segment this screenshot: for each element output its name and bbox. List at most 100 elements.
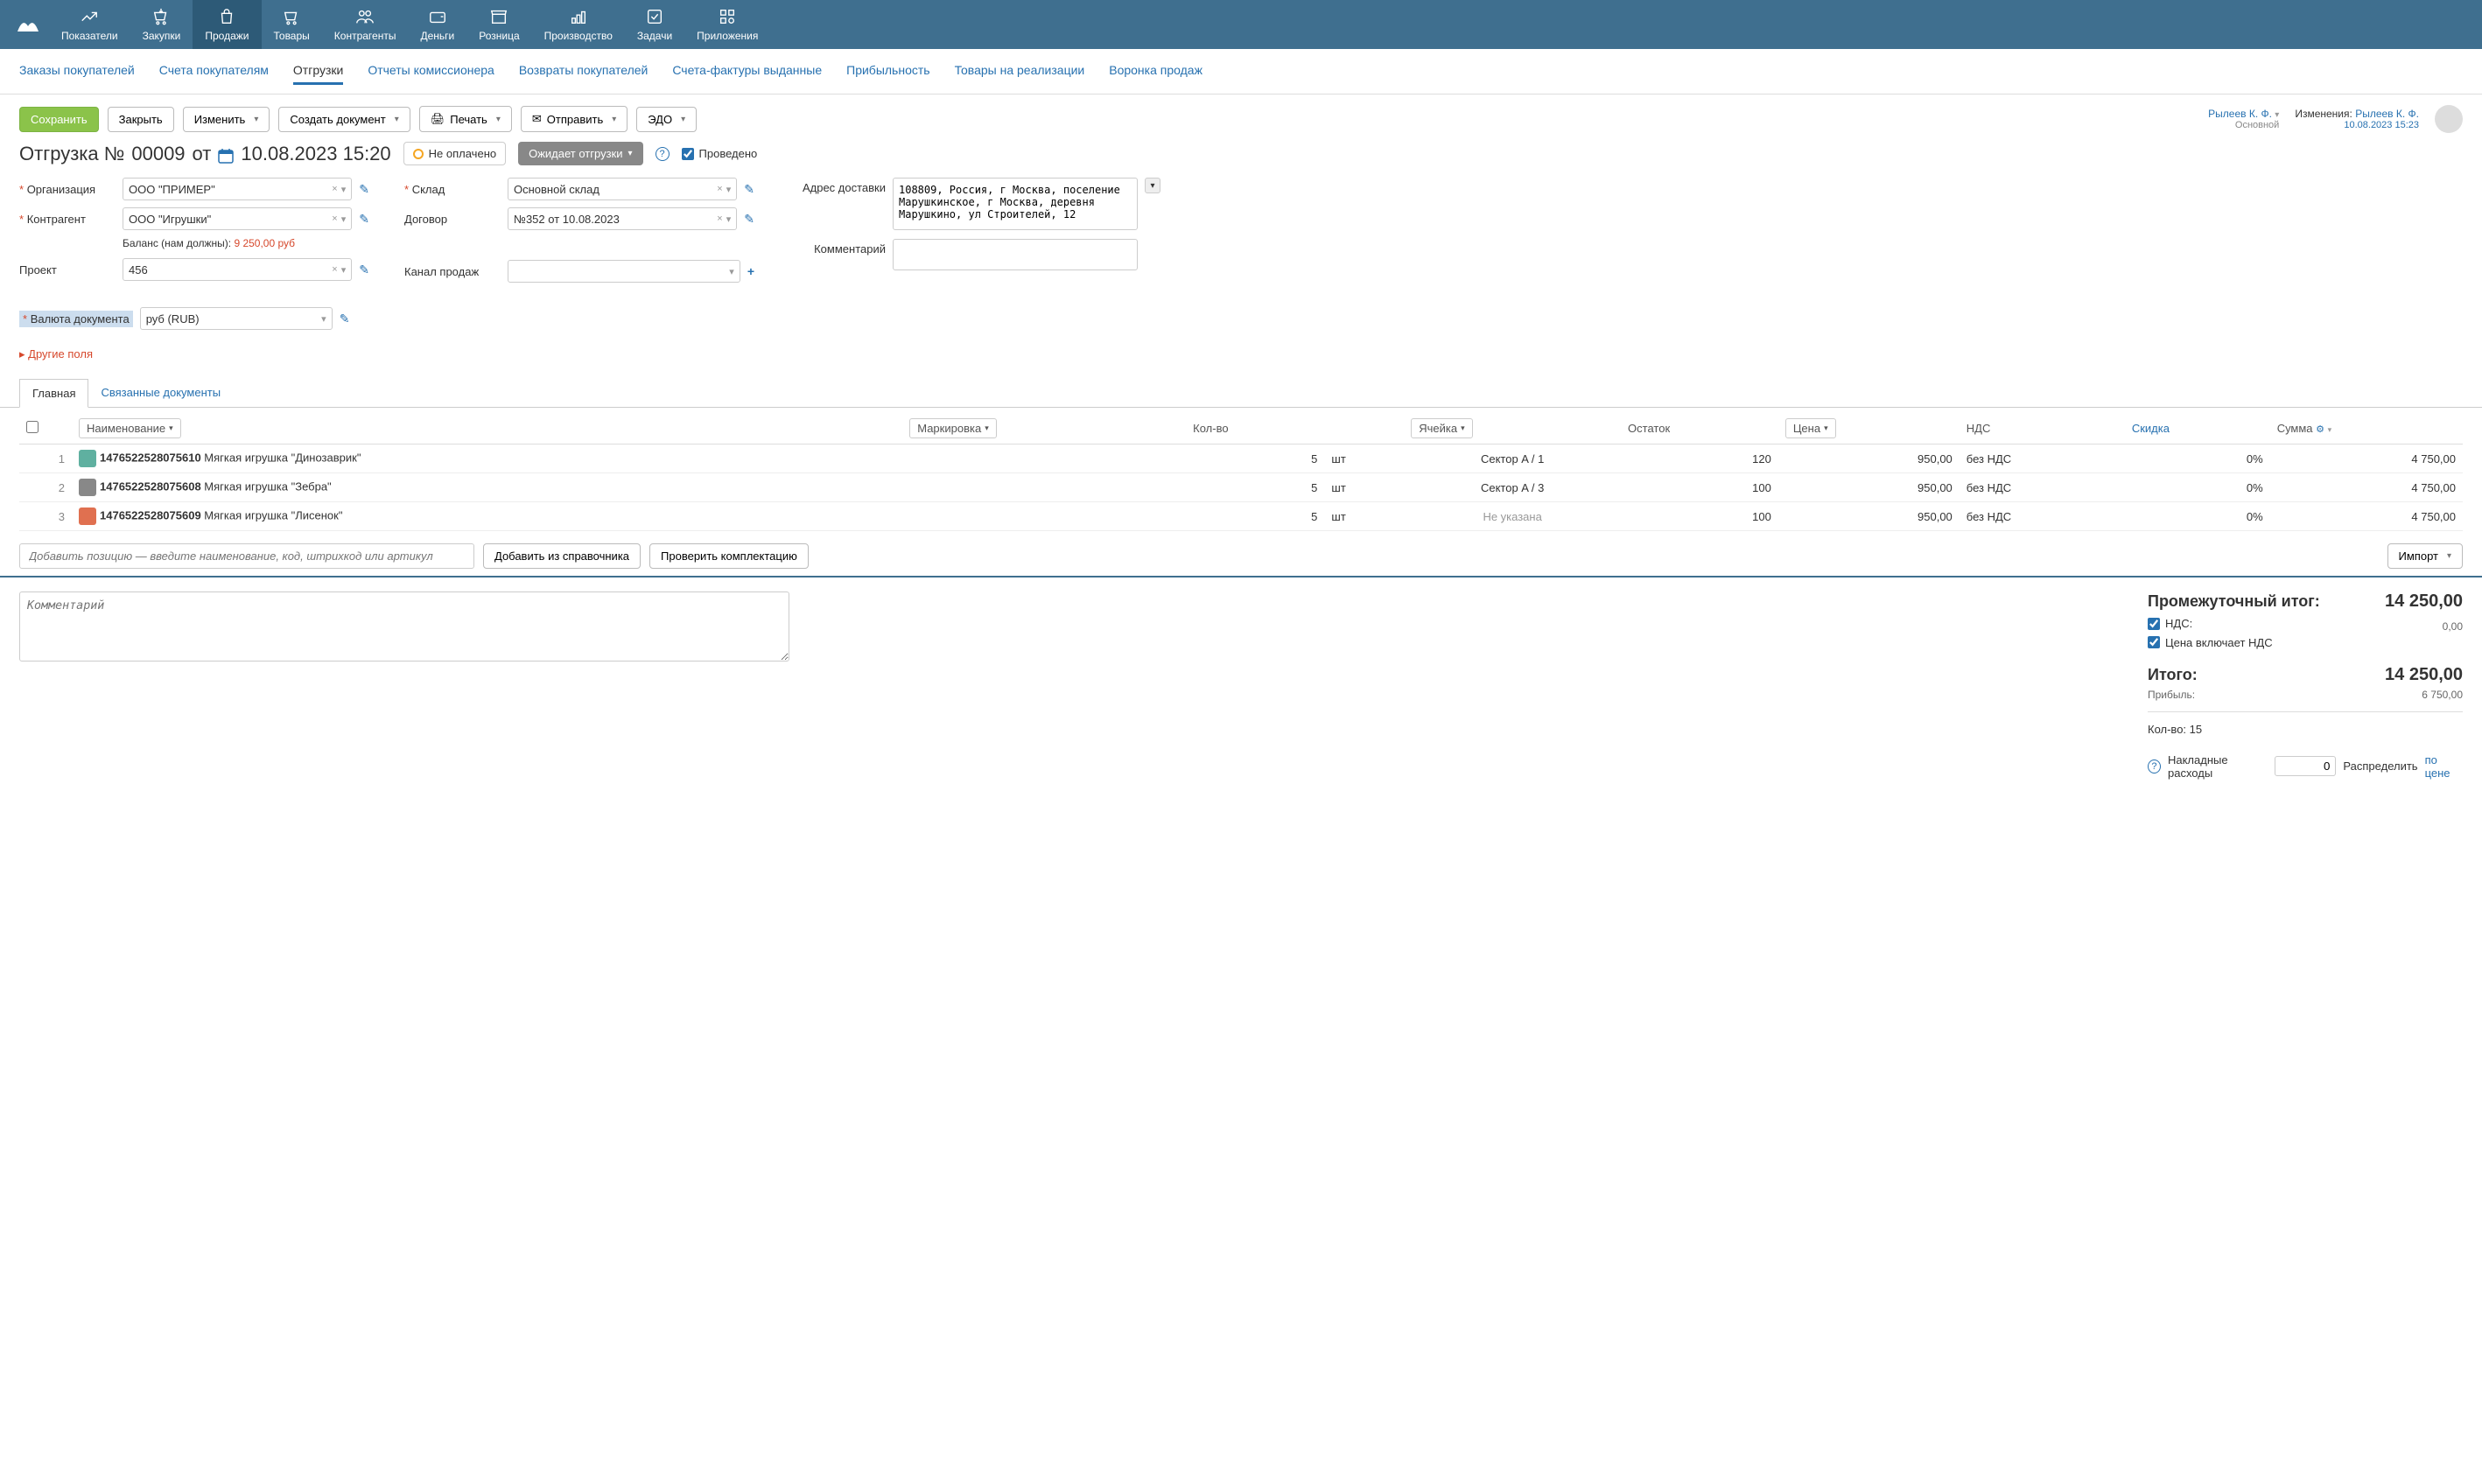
subtab-2[interactable]: Отгрузки [293,58,343,85]
clear-icon[interactable]: × [717,184,722,195]
subtab-5[interactable]: Счета-фактуры выданные [672,58,822,85]
chevron-down-icon[interactable]: ▾ [341,264,347,276]
subtab-8[interactable]: Воронка продаж [1109,58,1202,85]
clear-icon[interactable]: × [717,214,722,225]
clear-icon[interactable]: × [332,264,337,276]
shipment-status-text: Ожидает отгрузки [529,147,622,160]
pencil-icon[interactable]: ✎ [359,182,369,197]
document-comment-textarea[interactable] [19,592,789,662]
top-navigation: ПоказателиЗакупкиПродажиТоварыКонтрагент… [0,0,2482,49]
avatar[interactable] [2435,105,2463,133]
chevron-down-icon[interactable]: ▾ [729,266,734,277]
counterparty-input[interactable]: ООО "Игрушки"×▾ [123,207,352,230]
add-from-reference-button[interactable]: Добавить из справочника [483,543,641,569]
payment-status-badge[interactable]: Не оплачено [403,142,506,165]
send-dropdown[interactable]: ✉ Отправить [521,106,628,132]
channel-input[interactable]: ▾ [508,260,740,283]
subtab-6[interactable]: Прибыльность [846,58,929,85]
warehouse-label: * Склад [404,183,501,196]
currency-input[interactable]: руб (RUB)▾ [140,307,333,330]
check-kit-button[interactable]: Проверить комплектацию [649,543,809,569]
topnav-Товары[interactable]: Товары [262,0,322,49]
current-user[interactable]: Рылеев К. Ф. ▾ Основной [2208,108,2279,130]
topnav-Производство[interactable]: Производство [532,0,625,49]
table-row[interactable]: 214765225280756­08 Мягкая игрушка "Зебра… [19,473,2463,502]
edit-dropdown[interactable]: Изменить [183,107,270,132]
app-logo[interactable] [14,10,42,38]
subtab-3[interactable]: Отчеты комиссионера [368,58,494,85]
topnav-Деньги[interactable]: Деньги [408,0,466,49]
print-dropdown[interactable]: 🖨 Печать [419,106,512,132]
posted-checkbox-input[interactable] [682,148,694,160]
distribute-by-price-link[interactable]: по цене [2425,753,2463,780]
other-fields-toggle[interactable]: Другие поля [0,337,2482,372]
help-icon[interactable]: ? [2148,760,2161,774]
org-input[interactable]: ООО "ПРИМЕР"×▾ [123,178,352,200]
save-button[interactable]: Сохранить [19,107,99,132]
chevron-down-icon[interactable]: ▾ [341,184,347,195]
distribute-label: Распределить [2343,760,2417,773]
bottom-section: Промежуточный итог: 14 250,00 НДС: 0,00 … [0,578,2482,794]
comment-textarea[interactable] [893,239,1138,270]
price-incl-vat-checkbox[interactable]: Цена включает НДС [2148,636,2463,649]
col-marking[interactable]: Маркировка ▾ [909,418,997,438]
topnav-Контрагенты[interactable]: Контрагенты [322,0,409,49]
chevron-down-icon[interactable]: ▾ [726,214,732,225]
subtab-4[interactable]: Возвраты покупателей [519,58,649,85]
posted-label: Проведено [699,147,758,160]
tab-main[interactable]: Главная [19,379,88,408]
warehouse-input[interactable]: Основной склад×▾ [508,178,737,200]
topnav-Приложения[interactable]: Приложения [684,0,770,49]
col-vat: НДС [1960,413,2125,444]
edo-dropdown[interactable]: ЭДО [636,107,697,132]
help-icon[interactable]: ? [656,147,670,161]
subtotal-value: 14 250,00 [2385,592,2463,612]
doc-number: 00009 [131,143,185,165]
pencil-icon[interactable]: ✎ [359,212,369,227]
chevron-down-icon[interactable]: ▾ [321,313,326,325]
topnav-Розница[interactable]: Розница [466,0,531,49]
gear-icon[interactable]: ⚙ [2316,424,2324,435]
profit-value: 6 750,00 [2422,689,2463,701]
topnav-Показатели[interactable]: Показатели [49,0,130,49]
plus-icon[interactable]: + [747,264,754,278]
pencil-icon[interactable]: ✎ [359,262,369,277]
shipment-status-dropdown[interactable]: Ожидает отгрузки ▾ [518,142,642,165]
check-icon [645,7,664,26]
add-item-input[interactable] [19,543,474,569]
expand-icon[interactable]: ▾ [1145,178,1160,193]
calendar-icon[interactable] [218,146,234,162]
pencil-icon[interactable]: ✎ [744,212,754,227]
clear-icon[interactable]: × [332,214,337,225]
clear-icon[interactable]: × [332,184,337,195]
status-circle-icon [413,149,424,159]
table-row[interactable]: 114765225280756­10 Мягкая игрушка "Диноз… [19,444,2463,473]
create-doc-dropdown[interactable]: Создать документ [278,107,410,132]
qty-total: Кол-во: 15 [2148,723,2463,736]
table-row[interactable]: 314765225280756­09 Мягкая игрушка "Лисен… [19,502,2463,531]
import-dropdown[interactable]: Импорт [2387,543,2463,569]
col-discount[interactable]: Скидка [2125,413,2270,444]
select-all-checkbox[interactable] [26,421,39,433]
pencil-icon[interactable]: ✎ [340,312,350,326]
chevron-down-icon[interactable]: ▾ [341,214,347,225]
col-cell[interactable]: Ячейка ▾ [1411,418,1472,438]
project-input[interactable]: 456×▾ [123,258,352,281]
col-name[interactable]: Наименование ▾ [79,418,181,438]
subtab-1[interactable]: Счета покупателям [159,58,269,85]
address-textarea[interactable]: 108809, Россия, г Москва, поселение Мару… [893,178,1138,230]
close-button[interactable]: Закрыть [108,107,174,132]
col-price[interactable]: Цена ▾ [1785,418,1836,438]
vat-checkbox[interactable]: НДС: [2148,617,2192,630]
chevron-down-icon[interactable]: ▾ [726,184,732,195]
subtab-7[interactable]: Товары на реализации [955,58,1085,85]
pencil-icon[interactable]: ✎ [744,182,754,197]
posted-checkbox[interactable]: Проведено [682,147,758,160]
topnav-Продажи[interactable]: Продажи [193,0,261,49]
overhead-input[interactable] [2275,756,2336,776]
subtab-0[interactable]: Заказы покупателей [19,58,135,85]
topnav-Задачи[interactable]: Задачи [625,0,684,49]
contract-input[interactable]: №352 от 10.08.2023×▾ [508,207,737,230]
tab-related[interactable]: Связанные документы [88,379,233,407]
topnav-Закупки[interactable]: Закупки [130,0,193,49]
